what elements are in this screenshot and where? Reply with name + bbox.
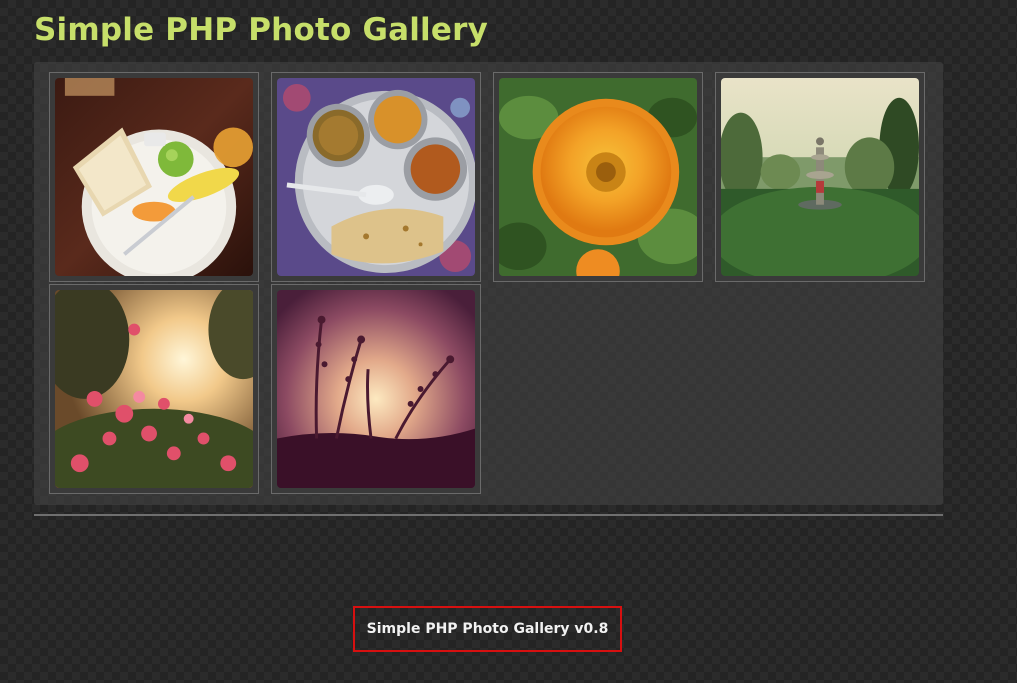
garden-fountain-photo: [721, 78, 919, 276]
gallery-thumbnail-4[interactable]: [715, 72, 925, 282]
gallery-grid: [34, 62, 943, 505]
thali-meal-photo: [277, 78, 475, 276]
footer-divider: [34, 514, 943, 516]
plant-silhouette-sunset-photo: [277, 290, 475, 488]
gallery-thumbnail-5[interactable]: [49, 284, 259, 494]
gallery-thumbnail-2[interactable]: [271, 72, 481, 282]
gallery-thumbnail-6[interactable]: [271, 284, 481, 494]
gallery-thumbnail-1[interactable]: [49, 72, 259, 282]
bougainvillea-sunset-photo: [55, 290, 253, 488]
gallery-thumbnail-3[interactable]: [493, 72, 703, 282]
footer-credit-link[interactable]: Simple PHP Photo Gallery v0.8: [353, 606, 622, 652]
marigold-flower-photo: [499, 78, 697, 276]
breakfast-photo: [55, 78, 253, 276]
site-title: Simple PHP Photo Gallery: [34, 12, 488, 48]
